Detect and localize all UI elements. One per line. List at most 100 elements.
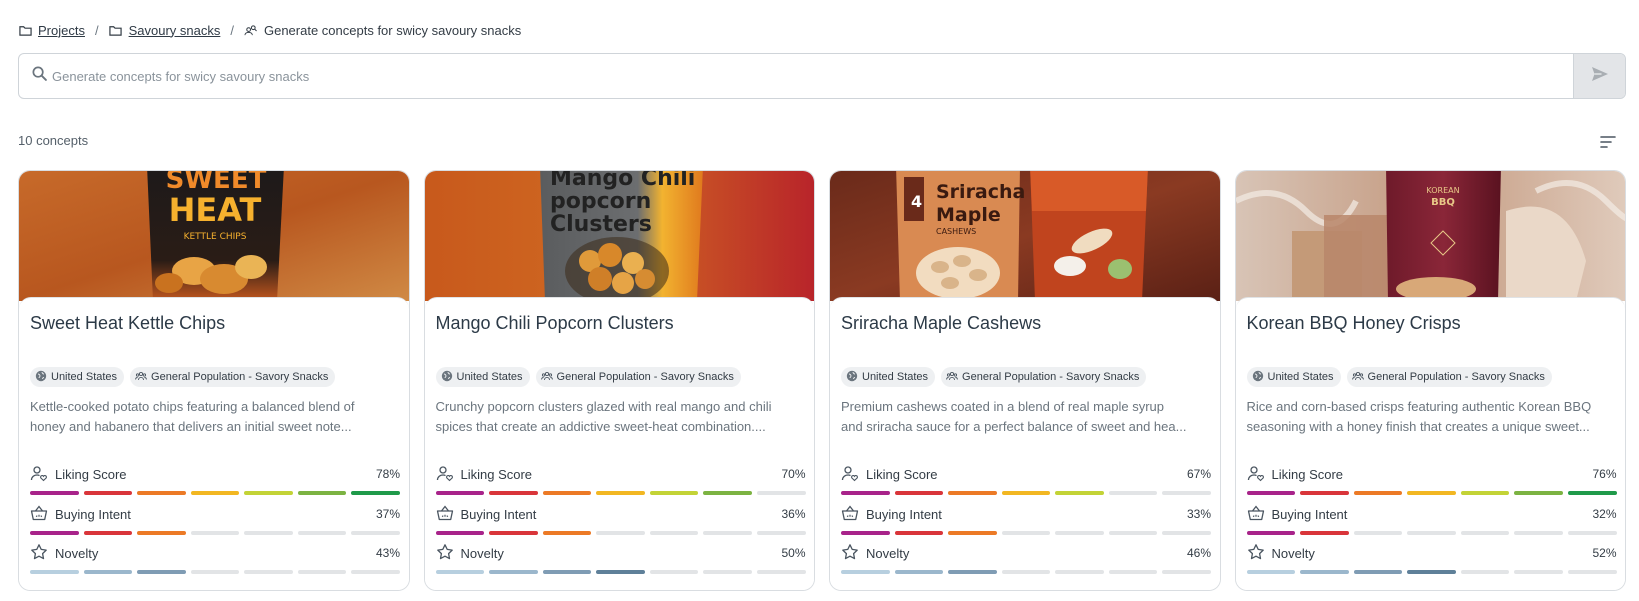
bar-segment — [1353, 531, 1403, 535]
score-bar — [30, 491, 401, 495]
send-button[interactable] — [1573, 54, 1625, 98]
bar-segment — [894, 570, 944, 574]
metric-label: Novelty — [866, 545, 910, 561]
concept-tags: United States General Population - Savor… — [30, 367, 336, 387]
bar-segment — [596, 531, 645, 535]
bar-segment — [137, 531, 186, 535]
metric-label: Novelty — [1271, 545, 1315, 561]
bar-segment — [1567, 491, 1617, 495]
bar-segment — [1460, 570, 1510, 574]
globe-icon — [846, 370, 858, 385]
breadcrumb-item-savoury-snacks[interactable]: Savoury snacks / — [109, 23, 238, 38]
person-heart-icon — [436, 464, 461, 485]
concept-tags: United States General Population - Savor… — [841, 367, 1147, 387]
bar-segment — [894, 531, 944, 535]
metric-novelty: Novelty 52% — [1246, 543, 1617, 574]
metric-buying-intent: Buying Intent 32% — [1246, 504, 1617, 535]
bar-segment — [1407, 570, 1456, 574]
description-line: Kettle-cooked potato chips featuring a b… — [30, 399, 355, 414]
bag-text: BBQ — [1431, 197, 1455, 208]
description-line: Premium cashews coated in a blend of rea… — [841, 399, 1164, 414]
bar-segment — [1300, 570, 1349, 574]
concept-description: Premium cashews coated in a blend of rea… — [841, 397, 1211, 437]
tag-label: United States — [862, 371, 929, 383]
bar-segment — [703, 491, 752, 495]
bar-segment — [351, 531, 401, 535]
breadcrumb: Projects / Savoury snacks / Generate con… — [18, 20, 521, 40]
people-icon — [946, 370, 958, 385]
bar-segment — [1514, 570, 1563, 574]
concept-description: Crunchy popcorn clusters glazed with rea… — [436, 397, 806, 437]
tag-label: General Population - Savory Snacks — [556, 371, 734, 383]
bar-segment — [137, 491, 186, 495]
person-heart-icon — [1247, 464, 1272, 485]
score-bar — [435, 531, 806, 535]
concept-card[interactable]: KOREAN BBQ Korean BBQ Honey Crisps Unite… — [1234, 170, 1626, 591]
bar-segment — [1246, 570, 1296, 574]
bar-segment — [1108, 491, 1158, 495]
globe-icon — [35, 370, 47, 385]
concept-prompt-field[interactable] — [19, 54, 1573, 98]
search-icon — [31, 65, 48, 87]
tag-label: General Population - Savory Snacks — [1367, 371, 1545, 383]
tag-population: General Population - Savory Snacks — [130, 367, 336, 387]
bar-segment — [244, 570, 293, 574]
bar-segment — [841, 491, 890, 495]
metric-liking-score: Liking Score 70% — [435, 464, 806, 495]
metric-label: Liking Score — [460, 466, 533, 482]
bar-segment — [435, 570, 485, 574]
metric-buying-intent: Buying Intent 36% — [435, 504, 806, 535]
metric-novelty: Novelty 46% — [841, 543, 1212, 574]
metric-value: 70% — [781, 467, 806, 481]
star-icon — [436, 543, 461, 564]
bar-segment — [489, 491, 538, 495]
metric-novelty: Novelty 43% — [30, 543, 401, 574]
svg-text:4: 4 — [911, 192, 922, 211]
basket-icon — [436, 504, 461, 525]
folder-icon — [109, 23, 123, 37]
tag-country: United States — [841, 367, 936, 387]
breadcrumb-link-savoury-snacks[interactable]: Savoury snacks — [129, 23, 221, 38]
bar-segment — [756, 491, 806, 495]
tag-population: General Population - Savory Snacks — [1346, 367, 1552, 387]
description-line: spices that create an addictive sweet-he… — [435, 419, 766, 434]
concept-card[interactable]: Mango Chili popcorn Clusters Mango Chili… — [423, 170, 815, 591]
tag-label: United States — [456, 371, 523, 383]
concept-card[interactable]: 4 Sriracha Maple CASHEWS Sriracha Maple … — [829, 170, 1221, 591]
bar-segment — [1001, 491, 1051, 495]
bar-segment — [297, 491, 347, 495]
concept-card-grid: SWEET HEAT KETTLE CHIPS Sweet Heat Kettl… — [18, 170, 1626, 591]
bar-segment — [137, 570, 186, 574]
bar-segment — [649, 570, 699, 574]
metric-liking-score: Liking Score 76% — [1246, 464, 1617, 495]
folder-icon — [18, 23, 32, 37]
score-bar — [435, 491, 806, 495]
breadcrumb-item-projects[interactable]: Projects / — [18, 23, 103, 38]
metric-value: 78% — [375, 467, 400, 481]
score-bar — [435, 570, 806, 574]
breadcrumb-link-projects[interactable]: Projects — [38, 23, 85, 38]
bar-segment — [596, 491, 645, 495]
score-bar — [841, 491, 1212, 495]
bar-segment — [703, 531, 752, 535]
concept-title[interactable]: Korean BBQ Honey Crisps — [1247, 313, 1461, 334]
bar-segment — [1055, 491, 1104, 495]
concept-card-body: Korean BBQ Honey Crisps United States Ge… — [1235, 297, 1625, 590]
bag-text: KETTLE CHIPS — [184, 232, 247, 242]
concept-prompt-input[interactable] — [52, 54, 1573, 98]
metric-value: 43% — [375, 546, 400, 560]
description-line: honey and habanero that delivers an init… — [30, 419, 352, 434]
metric-value: 46% — [1186, 546, 1211, 560]
bar-segment — [351, 570, 401, 574]
concept-card-body: Sweet Heat Kettle Chips United States Ge… — [19, 297, 409, 590]
concept-title[interactable]: Sriracha Maple Cashews — [841, 313, 1041, 334]
concept-card[interactable]: SWEET HEAT KETTLE CHIPS Sweet Heat Kettl… — [18, 170, 410, 591]
description-line: and sriracha sauce for a perfect balance… — [841, 419, 1187, 434]
concept-title[interactable]: Sweet Heat Kettle Chips — [30, 313, 225, 334]
tag-population: General Population - Savory Snacks — [535, 367, 741, 387]
concept-title[interactable]: Mango Chili Popcorn Clusters — [436, 313, 674, 334]
bar-segment — [703, 570, 752, 574]
person-heart-icon — [841, 464, 866, 485]
sort-icon[interactable] — [1599, 134, 1617, 150]
concept-image: 4 Sriracha Maple CASHEWS — [830, 171, 1220, 301]
